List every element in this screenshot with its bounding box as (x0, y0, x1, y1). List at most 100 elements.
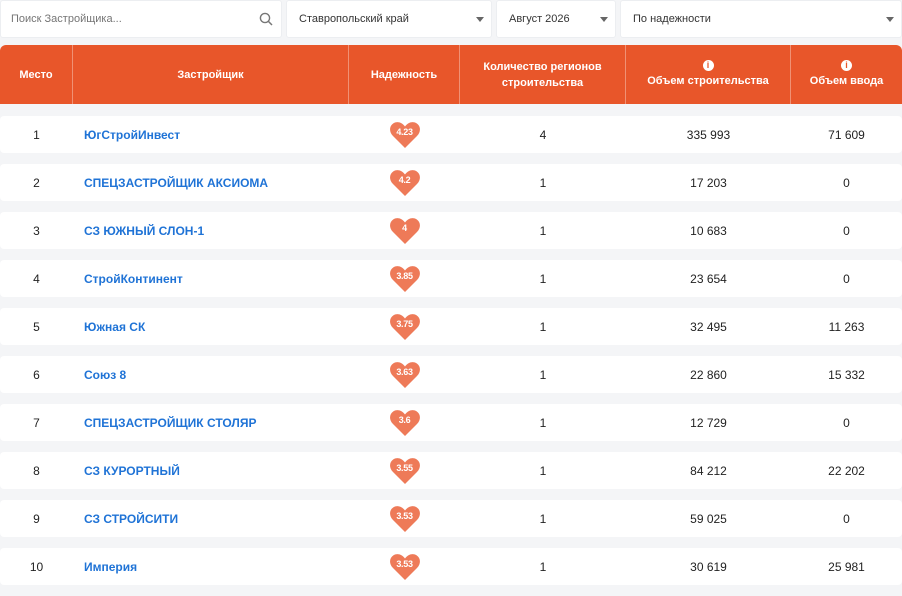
regions-cell: 1 (460, 356, 626, 393)
developer-cell: СЗ КУРОРТНЫЙ (73, 452, 349, 489)
place-cell: 10 (0, 548, 73, 585)
developer-cell: ЮгСтройИнвест (73, 116, 349, 153)
sort-select-value: По надежности (633, 13, 711, 25)
developer-cell: СтройКонтинент (73, 260, 349, 297)
input-value: 0 (843, 271, 850, 286)
input-cell: 0 (791, 164, 902, 201)
regions-value: 1 (539, 175, 547, 190)
table-body: 1 ЮгСтройИнвест 4.23 4 335 993 71 609 2 СПЕЦЗАС… (0, 116, 902, 596)
search-input[interactable] (1, 1, 251, 37)
volume-value: 84 212 (690, 463, 727, 478)
place-value: 4 (33, 271, 40, 286)
rating-value: 4.2 (398, 174, 411, 185)
input-cell: 11 263 (791, 308, 902, 345)
heart-icon: 3.63 (389, 360, 421, 390)
place-cell: 2 (0, 164, 73, 201)
column-header-input[interactable]: i Объем ввода (791, 45, 902, 104)
place-value: 7 (33, 415, 40, 430)
volume-value: 10 683 (690, 223, 727, 238)
regions-cell: 1 (460, 212, 626, 249)
developer-cell: Империя (73, 548, 349, 585)
rating-value: 3.55 (396, 462, 413, 473)
developer-link[interactable]: Империя (84, 560, 137, 574)
input-value: 0 (843, 415, 850, 430)
place-cell: 9 (0, 500, 73, 537)
heart-icon: 3.55 (389, 456, 421, 486)
heart-icon: 3.53 (389, 504, 421, 534)
volume-value: 22 860 (690, 367, 727, 382)
table-row[interactable]: 8 СЗ КУРОРТНЫЙ 3.55 1 84 212 22 202 (0, 452, 902, 489)
developer-link[interactable]: СПЕЦЗАСТРОЙЩИК АКСИОМА (84, 176, 268, 190)
table-row[interactable]: 6 Союз 8 3.63 1 22 860 15 332 (0, 356, 902, 393)
table-row[interactable]: 7 СПЕЦЗАСТРОЙЩИК СТОЛЯР 3.6 1 12 729 0 (0, 404, 902, 441)
column-label: Объем ввода (809, 75, 884, 87)
heart-icon: 4.23 (389, 120, 421, 150)
input-value: 0 (843, 511, 850, 526)
rating-value: 3.53 (396, 558, 413, 569)
rating-cell: 4.2 (349, 164, 460, 201)
column-header-volume[interactable]: i Объем строительства (626, 45, 791, 104)
regions-cell: 1 (460, 500, 626, 537)
developer-cell: Южная СК (73, 308, 349, 345)
rating-cell: 4 (349, 212, 460, 249)
regions-cell: 1 (460, 308, 626, 345)
developer-link[interactable]: Южная СК (84, 320, 145, 334)
input-value: 15 332 (828, 367, 865, 382)
table-row[interactable]: 10 Империя 3.53 1 30 619 25 981 (0, 548, 902, 585)
table-row[interactable]: 4 СтройКонтинент 3.85 1 23 654 0 (0, 260, 902, 297)
input-cell: 15 332 (791, 356, 902, 393)
rating-value: 3.85 (396, 270, 413, 281)
column-label: Надежность (370, 68, 438, 81)
table-row[interactable]: 2 СПЕЦЗАСТРОЙЩИК АКСИОМА 4.2 1 17 203 0 (0, 164, 902, 201)
place-cell: 6 (0, 356, 73, 393)
regions-value: 1 (539, 415, 547, 430)
input-value: 25 981 (828, 559, 865, 574)
info-icon[interactable]: i (841, 60, 852, 71)
filters-bar: Ставропольский край Август 2026 По надеж… (0, 0, 902, 38)
rating-value: 4.23 (396, 126, 413, 137)
rating-value: 3.6 (398, 414, 411, 425)
developer-link[interactable]: Союз 8 (84, 368, 126, 382)
regions-value: 4 (539, 127, 547, 142)
column-header-rating[interactable]: Надежность (349, 45, 460, 104)
volume-value: 17 203 (690, 175, 727, 190)
table-row[interactable]: 3 СЗ ЮЖНЫЙ СЛОН-1 4 1 10 683 0 (0, 212, 902, 249)
rating-cell: 3.53 (349, 500, 460, 537)
regions-cell: 4 (460, 116, 626, 153)
info-icon[interactable]: i (702, 60, 714, 71)
search-box[interactable] (0, 0, 282, 38)
volume-value: 12 729 (690, 415, 727, 430)
table-row[interactable]: 5 Южная СК 3.75 1 32 495 11 263 (0, 308, 902, 345)
region-select[interactable]: Ставропольский край (286, 0, 492, 38)
developer-cell: Союз 8 (73, 356, 349, 393)
developer-link[interactable]: СЗ СТРОЙСИТИ (84, 512, 178, 526)
input-cell: 0 (791, 500, 902, 537)
place-cell: 3 (0, 212, 73, 249)
developer-link[interactable]: СтройКонтинент (84, 272, 183, 286)
volume-value: 335 993 (686, 127, 731, 142)
input-value: 71 609 (828, 127, 865, 142)
column-header-regions[interactable]: Количество регионов строительства (460, 45, 626, 104)
place-value: 10 (29, 559, 44, 574)
rating-value: 3.75 (396, 318, 413, 329)
developer-link[interactable]: СПЕЦЗАСТРОЙЩИК СТОЛЯР (84, 416, 256, 430)
column-header-place[interactable]: Место (0, 45, 73, 104)
developer-link[interactable]: СЗ ЮЖНЫЙ СЛОН-1 (84, 224, 204, 238)
period-select[interactable]: Август 2026 (496, 0, 616, 38)
regions-cell: 1 (460, 548, 626, 585)
regions-cell: 1 (460, 404, 626, 441)
place-value: 3 (33, 223, 40, 238)
rating-cell: 3.85 (349, 260, 460, 297)
sort-select[interactable]: По надежности (620, 0, 902, 38)
developer-link[interactable]: СЗ КУРОРТНЫЙ (84, 464, 180, 478)
table-row[interactable]: 9 СЗ СТРОЙСИТИ 3.53 1 59 025 0 (0, 500, 902, 537)
developer-link[interactable]: ЮгСтройИнвест (84, 128, 180, 142)
rating-value: 3.53 (396, 510, 413, 521)
regions-value: 1 (539, 223, 547, 238)
volume-cell: 335 993 (626, 116, 791, 153)
input-value: 0 (843, 175, 850, 190)
table-row[interactable]: 1 ЮгСтройИнвест 4.23 4 335 993 71 609 (0, 116, 902, 153)
regions-cell: 1 (460, 452, 626, 489)
column-header-developer[interactable]: Застройщик (73, 45, 349, 104)
search-icon[interactable] (251, 12, 281, 26)
